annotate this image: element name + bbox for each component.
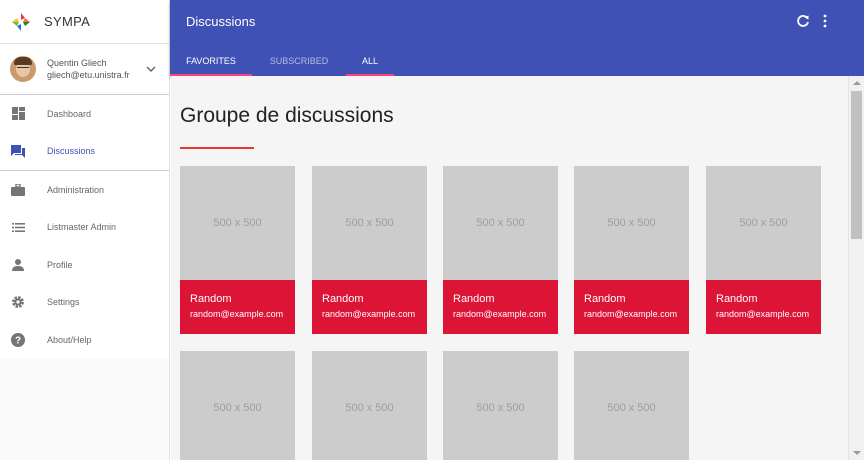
- card-image: 500 x 500: [574, 351, 689, 460]
- tab-bar: Favorites Subscribed All: [170, 46, 394, 76]
- tab-label: Favorites: [186, 56, 236, 66]
- vertical-scrollbar[interactable]: [848, 76, 864, 460]
- page-title: Groupe de discussions: [180, 104, 394, 127]
- card-footer: Random random@example.com: [312, 280, 427, 334]
- card-email: random@example.com: [322, 309, 416, 319]
- sidebar-nav: Dashboard Discussions Administration Lis…: [0, 95, 169, 359]
- forum-icon: [10, 143, 26, 159]
- card-footer: Random random@example.com: [443, 280, 558, 334]
- sidebar-item-dashboard[interactable]: Dashboard: [0, 95, 169, 133]
- briefcase-icon: [10, 182, 26, 198]
- brand: SYMPA: [0, 0, 169, 43]
- card-email: random@example.com: [716, 309, 810, 319]
- tab-all[interactable]: All: [346, 46, 394, 76]
- card-image: 500 x 500: [180, 351, 295, 460]
- scrollbar-thumb[interactable]: [851, 91, 862, 239]
- discussion-card[interactable]: 500 x 500 Random random@example.com: [312, 166, 427, 334]
- user-name: Quentin Gliech: [47, 58, 107, 68]
- main-content: Groupe de discussions 500 x 500 Random r…: [171, 76, 848, 460]
- card-image: 500 x 500: [180, 166, 295, 280]
- more-vert-icon[interactable]: [820, 14, 830, 28]
- card-image: 500 x 500: [443, 166, 558, 280]
- avatar: [10, 56, 36, 82]
- tab-label: Subscribed: [269, 56, 329, 66]
- title-underline: [180, 147, 254, 149]
- discussion-card[interactable]: 500 x 500: [312, 351, 427, 460]
- discussion-card[interactable]: 500 x 500 Random random@example.com: [443, 166, 558, 334]
- card-image: 500 x 500: [443, 351, 558, 460]
- user-email: gliech@etu.unistra.fr: [47, 70, 130, 80]
- sidebar-item-administration[interactable]: Administration: [0, 171, 169, 209]
- app-bar: Discussions Favorites Subscribed All: [170, 0, 864, 76]
- card-footer: Random random@example.com: [706, 280, 821, 334]
- user-menu[interactable]: Quentin Gliech gliech@etu.unistra.fr: [0, 43, 169, 95]
- discussion-card[interactable]: 500 x 500: [180, 351, 295, 460]
- chevron-down-icon[interactable]: [139, 65, 163, 73]
- scroll-down-arrow-icon[interactable]: [853, 451, 861, 455]
- sidebar-item-profile[interactable]: Profile: [0, 246, 169, 284]
- card-name: Random: [584, 293, 626, 305]
- sidebar-item-label: Discussions: [47, 146, 96, 157]
- card-email: random@example.com: [453, 309, 547, 319]
- sidebar-item-label: Administration: [47, 184, 105, 195]
- card-footer: Random random@example.com: [574, 280, 689, 334]
- card-footer: Random random@example.com: [180, 280, 295, 334]
- discussion-card[interactable]: 500 x 500: [574, 351, 689, 460]
- list-icon: [10, 219, 26, 235]
- card-name: Random: [322, 293, 364, 305]
- card-email: random@example.com: [190, 309, 284, 319]
- sidebar-item-label: Dashboard: [47, 108, 92, 119]
- sidebar-item-discussions[interactable]: Discussions: [0, 133, 169, 171]
- scroll-up-arrow-icon[interactable]: [853, 81, 861, 85]
- card-name: Random: [190, 293, 232, 305]
- dashboard-icon: [10, 106, 26, 122]
- card-image: 500 x 500: [312, 166, 427, 280]
- discussion-card[interactable]: 500 x 500 Random random@example.com: [706, 166, 821, 334]
- tab-favorites[interactable]: Favorites: [170, 46, 252, 76]
- sidebar: SYMPA Quentin Gliech gliech@etu.unistra.…: [0, 0, 170, 460]
- sidebar-item-about-help[interactable]: ? About/Help: [0, 321, 169, 359]
- app-name: SYMPA: [44, 14, 91, 29]
- svg-text:?: ?: [15, 335, 21, 346]
- sidebar-item-label: Profile: [47, 259, 73, 270]
- card-image: 500 x 500: [312, 351, 427, 460]
- page-header-title: Discussions: [186, 14, 256, 29]
- card-name: Random: [716, 293, 758, 305]
- card-image: 500 x 500: [574, 166, 689, 280]
- sympa-logo-icon: [12, 12, 30, 31]
- refresh-icon[interactable]: [796, 14, 810, 28]
- discussion-card[interactable]: 500 x 500 Random random@example.com: [180, 166, 295, 334]
- sidebar-item-label: Settings: [47, 297, 80, 308]
- card-name: Random: [453, 293, 495, 305]
- sidebar-item-settings[interactable]: Settings: [0, 284, 169, 322]
- tab-subscribed[interactable]: Subscribed: [252, 46, 346, 76]
- sidebar-item-listmaster-admin[interactable]: Listmaster Admin: [0, 209, 169, 247]
- card-image: 500 x 500: [706, 166, 821, 280]
- discussion-card[interactable]: 500 x 500: [443, 351, 558, 460]
- sidebar-item-label: Listmaster Admin: [47, 222, 117, 233]
- sidebar-item-label: About/Help: [47, 334, 92, 345]
- help-icon: ?: [10, 332, 26, 348]
- discussion-card[interactable]: 500 x 500 Random random@example.com: [574, 166, 689, 334]
- gear-icon: [10, 294, 26, 310]
- person-icon: [10, 257, 26, 273]
- card-email: random@example.com: [584, 309, 678, 319]
- tab-label: All: [361, 56, 378, 66]
- user-info: Quentin Gliech gliech@etu.unistra.fr: [47, 57, 139, 81]
